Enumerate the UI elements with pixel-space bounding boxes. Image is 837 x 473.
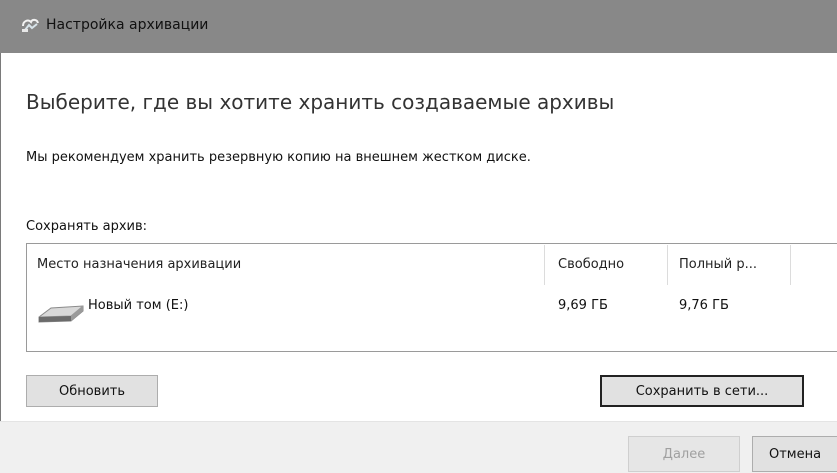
column-header-free[interactable]: Свободно — [558, 257, 624, 272]
drive-icon — [38, 305, 84, 323]
column-separator[interactable] — [790, 245, 791, 285]
cancel-button[interactable]: Отмена — [752, 436, 837, 472]
column-header-total[interactable]: Полный р... — [679, 257, 757, 272]
column-header-destination[interactable]: Место назначения архивации — [37, 257, 241, 272]
refresh-button[interactable]: Обновить — [26, 375, 158, 407]
recommendation-text: Мы рекомендуем хранить резервную копию н… — [26, 150, 531, 165]
backup-icon — [22, 18, 39, 32]
column-separator[interactable] — [544, 245, 545, 285]
destination-name: Новый том (E:) — [88, 298, 189, 313]
save-to-network-button[interactable]: Сохранить в сети... — [600, 375, 804, 407]
next-button[interactable]: Далее — [628, 436, 740, 472]
page-heading: Выберите, где вы хотите хранить создавае… — [26, 90, 615, 114]
save-archive-label: Сохранять архив: — [26, 219, 148, 234]
destination-total: 9,76 ГБ — [679, 298, 729, 313]
window-border — [0, 53, 1, 473]
column-separator[interactable] — [667, 245, 668, 285]
backup-settings-window: Настройка архивации Выберите, где вы хот… — [0, 0, 837, 473]
destination-list[interactable]: Место назначения архивации Свободно Полн… — [26, 243, 837, 352]
title-bar: Настройка архивации — [0, 0, 837, 53]
window-title: Настройка архивации — [46, 17, 209, 33]
destination-free: 9,69 ГБ — [558, 298, 608, 313]
